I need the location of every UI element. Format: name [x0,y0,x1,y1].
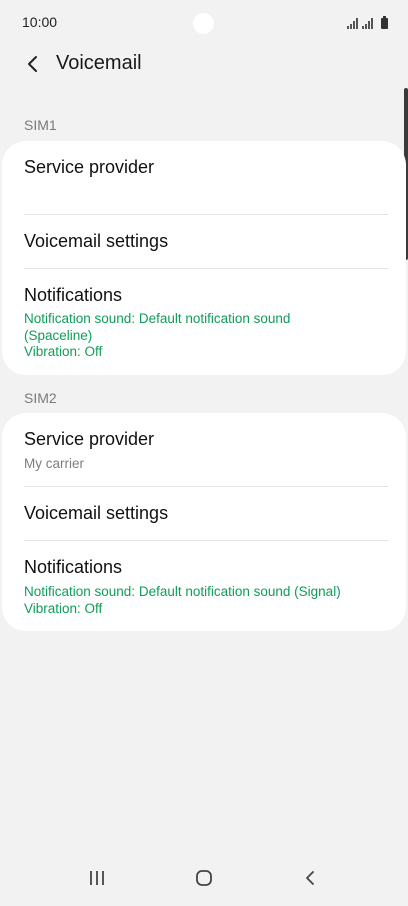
sim2-service-provider-title: Service provider [24,429,155,449]
sim2-card: Service provider My carrier Voicemail se… [2,413,406,631]
sim1-vibration: Vibration: Off [24,344,103,359]
status-time: 10:00 [22,14,58,30]
page-title: Voicemail [56,52,142,74]
chevron-left-icon [28,56,37,72]
sim1-notifications-title: Notifications [24,285,123,305]
sim1-voicemail-settings-title: Voicemail settings [24,231,169,251]
sim2-service-provider-value: My carrier [24,456,84,471]
nav-back-button[interactable] [290,866,330,890]
sim1-service-provider-row[interactable]: Service provider [2,141,406,214]
sim2-vibration: Vibration: Off [24,600,103,616]
sim2-voicemail-settings-row[interactable]: Voicemail settings [2,487,406,541]
status-icons [347,15,388,29]
sim1-notifications-row[interactable]: Notifications Notification sound: Defaul… [2,269,406,375]
home-button[interactable] [184,866,224,890]
sim1-voicemail-settings-row[interactable]: Voicemail settings [2,215,406,269]
sim2-notification-sound: Notification sound: Default notification… [24,584,341,599]
recents-icon [90,871,104,885]
back-icon [306,871,314,885]
navigation-bar [0,856,408,906]
signal-sim1-icon [347,18,358,29]
voicemail-screen: 10:00 Voicemail SIM1 Service provider Vo… [0,0,408,906]
sim2-notifications-title: Notifications [24,557,123,577]
sim1-service-provider-title: Service provider [24,157,155,177]
sim1-card: Service provider Voicemail settings Noti… [2,141,406,375]
battery-icon [381,16,388,29]
sim1-notification-sound-name: (Spaceline) [24,327,93,343]
sim2-service-provider-row[interactable]: Service provider My carrier [2,413,406,486]
home-icon [196,870,212,886]
sim1-notification-sound: Notification sound: Default notification… [24,311,291,326]
status-bar: 10:00 [0,0,408,46]
camera-cutout [193,13,214,34]
app-header: Voicemail [0,46,408,82]
sim2-voicemail-settings-title: Voicemail settings [24,503,169,523]
back-button[interactable] [18,49,48,79]
signal-sim2-icon [362,18,373,29]
recents-button[interactable] [77,866,117,890]
sim2-notifications-row[interactable]: Notifications Notification sound: Defaul… [2,541,406,631]
sim1-section-label: SIM1 [24,117,57,133]
sim2-section-label: SIM2 [24,390,57,406]
